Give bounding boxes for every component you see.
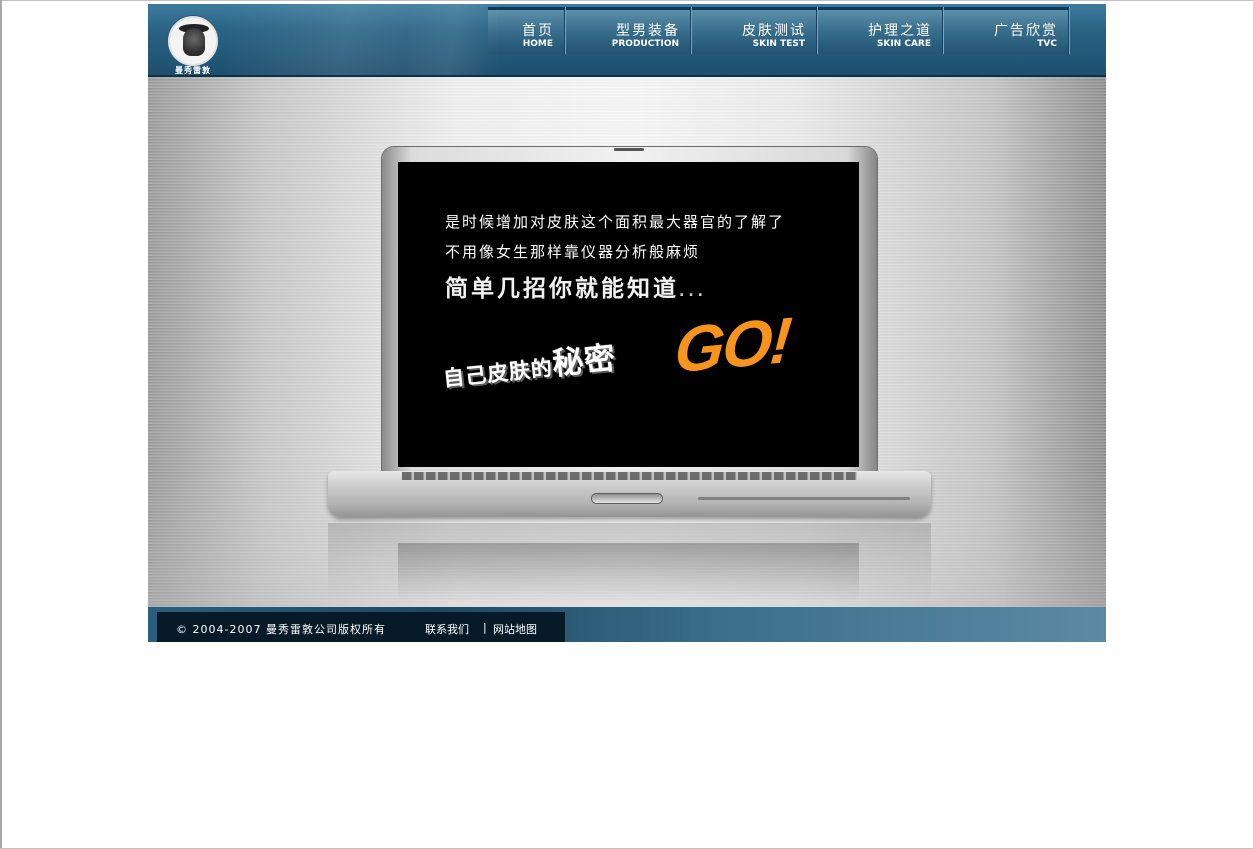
header: 曼秀雷敦 首页 HOME 型男装备 PRODUCTION 皮肤测试 SKIN T…	[148, 4, 1106, 77]
nav-label-en: HOME	[522, 39, 553, 49]
window-left-border	[0, 0, 2, 849]
go-button[interactable]: GO!	[672, 303, 793, 388]
nav-label-en: SKIN CARE	[876, 39, 931, 49]
brand-name: 曼秀雷敦	[175, 66, 211, 75]
nav-label-cn: 型男装备	[616, 23, 680, 39]
screen-text-line4: 自己皮肤的秘密	[440, 332, 618, 395]
brand-logo[interactable]: 曼秀雷敦	[166, 14, 220, 76]
nav-item-tvc[interactable]: 广告欣赏 TVC	[944, 7, 1070, 54]
nav-item-skin-test[interactable]: 皮肤测试 SKIN TEST	[692, 7, 818, 54]
copyright-text: © 2004-2007 曼秀雷敦公司版权所有	[176, 623, 386, 636]
nav-label-en: SKIN TEST	[752, 39, 805, 49]
screen-text-dots: ...	[679, 284, 707, 300]
screen-reflection	[398, 543, 859, 603]
main-nav: 首页 HOME 型男装备 PRODUCTION 皮肤测试 SKIN TEST 护…	[488, 7, 1070, 54]
sitemap-link[interactable]: 网站地图	[493, 621, 537, 637]
laptop-screen[interactable]: 是时候增加对皮肤这个面积最大器官的了解了 不用像女生那样靠仪器分析般麻烦 简单几…	[398, 162, 859, 467]
mentholatum-badge-icon	[168, 16, 218, 66]
contact-link[interactable]: 联系我们	[425, 621, 469, 637]
screen-text-line3: 简单几招你就能知道...	[445, 269, 707, 303]
laptop-latch	[592, 494, 662, 503]
footer-separator: |	[483, 621, 487, 634]
nav-item-production[interactable]: 型男装备 PRODUCTION	[566, 7, 692, 54]
site-container: 曼秀雷敦 首页 HOME 型男装备 PRODUCTION 皮肤测试 SKIN T…	[148, 4, 1106, 642]
screen-text-line4-a: 自己皮肤的	[442, 355, 554, 392]
laptop-graphic: 是时候增加对皮肤这个面积最大器官的了解了 不用像女生那样靠仪器分析般麻烦 简单几…	[328, 147, 931, 603]
laptop-reflection	[328, 523, 931, 603]
screen-text-line3-main: 简单几招你就能知道	[445, 276, 679, 302]
nav-label-cn: 首页	[522, 23, 554, 39]
nav-item-skin-care[interactable]: 护理之道 SKIN CARE	[818, 7, 944, 54]
nav-label-cn: 皮肤测试	[742, 23, 806, 39]
screen-text-line2: 不用像女生那样靠仪器分析般麻烦	[445, 243, 701, 261]
nav-item-home[interactable]: 首页 HOME	[488, 7, 566, 54]
laptop-camera	[614, 148, 644, 151]
nav-label-en: PRODUCTION	[611, 39, 679, 49]
laptop-base	[328, 471, 931, 517]
window-top-border	[0, 0, 1253, 1]
hero-stage: 是时候增加对皮肤这个面积最大器官的了解了 不用像女生那样靠仪器分析般麻烦 简单几…	[148, 77, 1106, 607]
laptop-slot	[698, 497, 910, 500]
laptop-keyboard	[402, 472, 857, 480]
logo-face-shape	[183, 28, 205, 56]
nav-label-en: TVC	[1037, 39, 1057, 49]
nav-label-cn: 广告欣赏	[994, 23, 1058, 39]
header-highlight	[408, 4, 498, 77]
footer-box: © 2004-2007 曼秀雷敦公司版权所有 联系我们 | 网站地图	[157, 612, 565, 642]
nav-label-cn: 护理之道	[868, 23, 932, 39]
screen-text-line4-b: 秘密	[550, 340, 618, 383]
screen-text-line1: 是时候增加对皮肤这个面积最大器官的了解了	[445, 213, 786, 231]
footer: © 2004-2007 曼秀雷敦公司版权所有 联系我们 | 网站地图	[148, 607, 1106, 642]
